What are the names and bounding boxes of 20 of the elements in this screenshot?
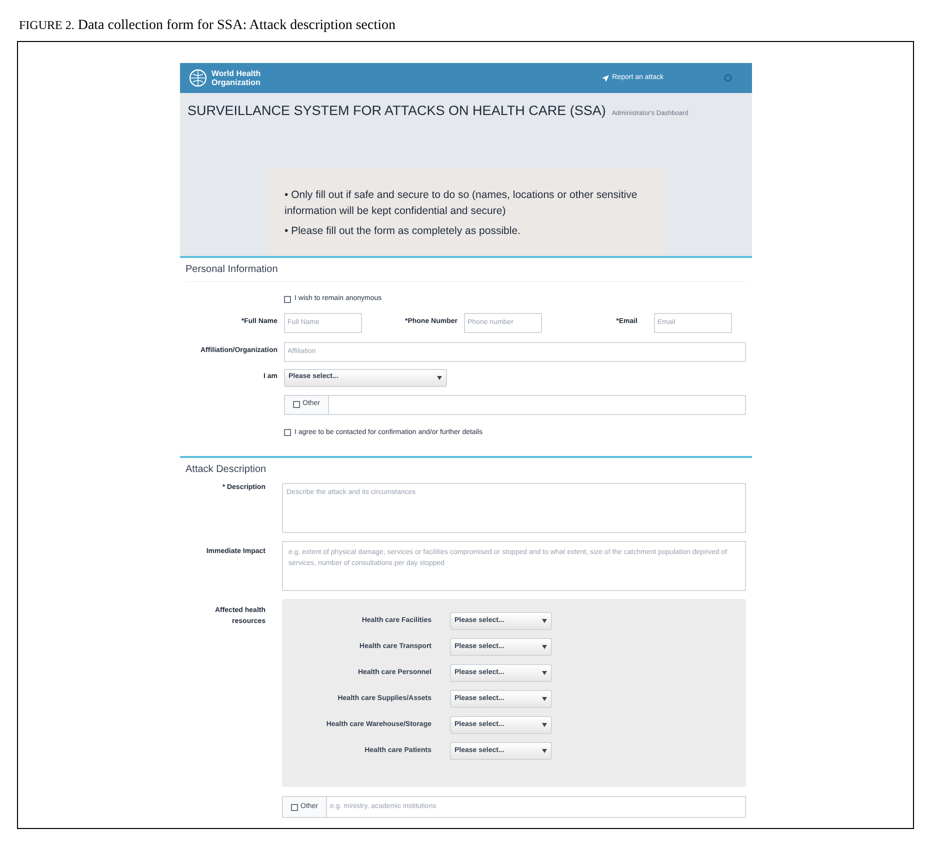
section-heading: Personal Information (186, 262, 746, 282)
caret-icon (542, 697, 546, 701)
caret-icon (542, 749, 546, 753)
checkbox[interactable] (284, 429, 290, 436)
send-icon (602, 74, 610, 82)
caret-icon (542, 645, 546, 649)
caret-icon (542, 671, 546, 675)
checkbox[interactable] (292, 401, 300, 408)
notice-text: • Please fill out the form as completely as possible. (284, 224, 522, 240)
brand-name: World Health Organization (212, 69, 261, 87)
page-title: SURVEILLANCE SYSTEM FOR ATTACKS ON HEALTH CARE (SSA) (188, 102, 606, 120)
notice-text: • Only fill out if safe and secure to do so (names, locations or other sensitive information will be kept confidential and secure) (284, 188, 638, 220)
checkbox[interactable] (284, 296, 290, 303)
caret-icon (542, 723, 546, 727)
section-heading: Attack Description (186, 463, 268, 477)
globe-emblem-icon (188, 68, 208, 88)
figure-caption: FIGURE 2. Data collection form for SSA: Attack description section (18, 17, 396, 35)
caret-icon (542, 619, 546, 623)
caret-icon (436, 376, 442, 380)
checkbox[interactable] (290, 804, 298, 810)
